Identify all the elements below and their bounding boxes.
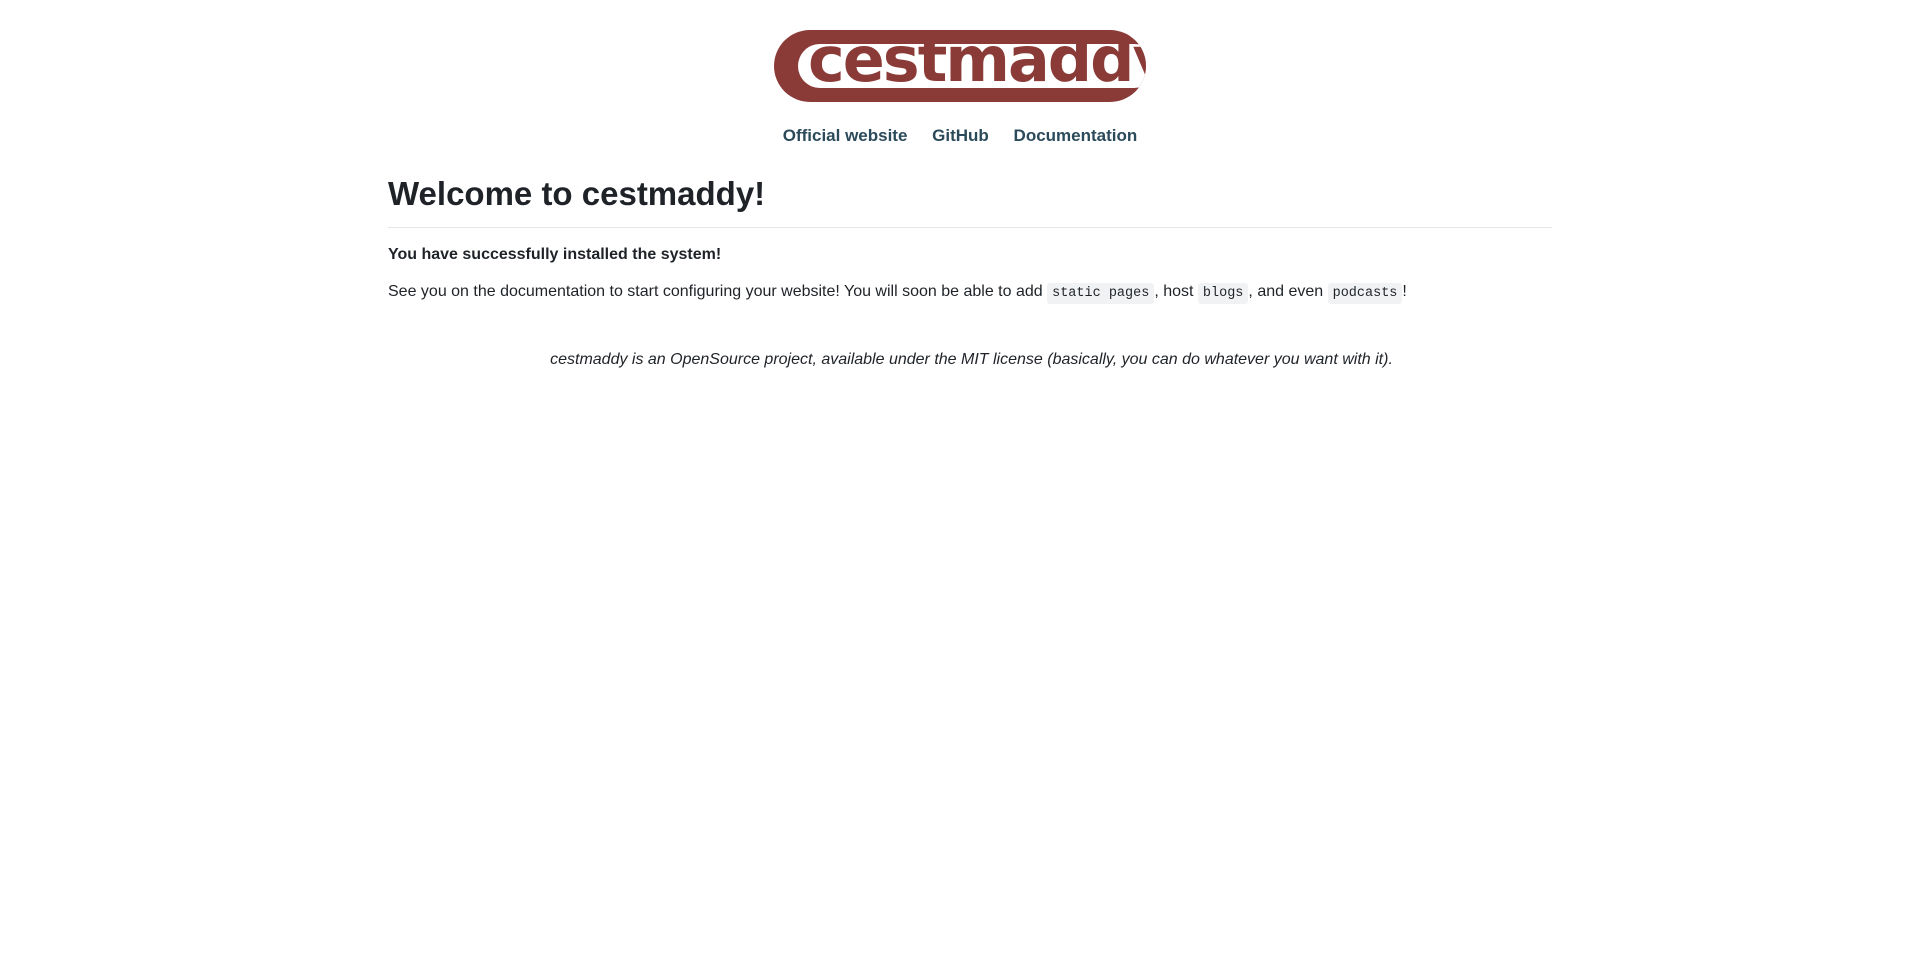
info-paragraph: See you on the documentation to start co… (388, 283, 1552, 304)
nav-link-official-website[interactable]: Official website (783, 126, 908, 145)
code-blogs: blogs (1197, 283, 1249, 304)
info-text-even: , and even (1248, 283, 1328, 300)
nav-link-github[interactable]: GitHub (932, 126, 989, 145)
code-static-pages: static pages (1047, 283, 1155, 304)
license-note: cestmaddy is an OpenSource project, avai… (550, 351, 1393, 368)
top-navigation: Official website GitHub Documentation (0, 126, 1920, 146)
info-text-end: ! (1402, 283, 1407, 300)
info-text-start: See you on the documentation to start co… (388, 283, 1048, 300)
page-title: Welcome to cestmaddy! (388, 175, 1552, 228)
logo-container: cestmaddy (0, 30, 1920, 102)
main-content: Welcome to cestmaddy! You have successfu… (388, 175, 1552, 304)
info-text-host: , host (1154, 283, 1198, 300)
cestmaddy-logo: cestmaddy (774, 30, 1146, 102)
nav-link-documentation[interactable]: Documentation (1014, 126, 1138, 145)
code-podcasts: podcasts (1327, 283, 1403, 304)
logo-text: cestmaddy (808, 30, 1146, 96)
success-message: You have successfully installed the syst… (388, 246, 722, 263)
